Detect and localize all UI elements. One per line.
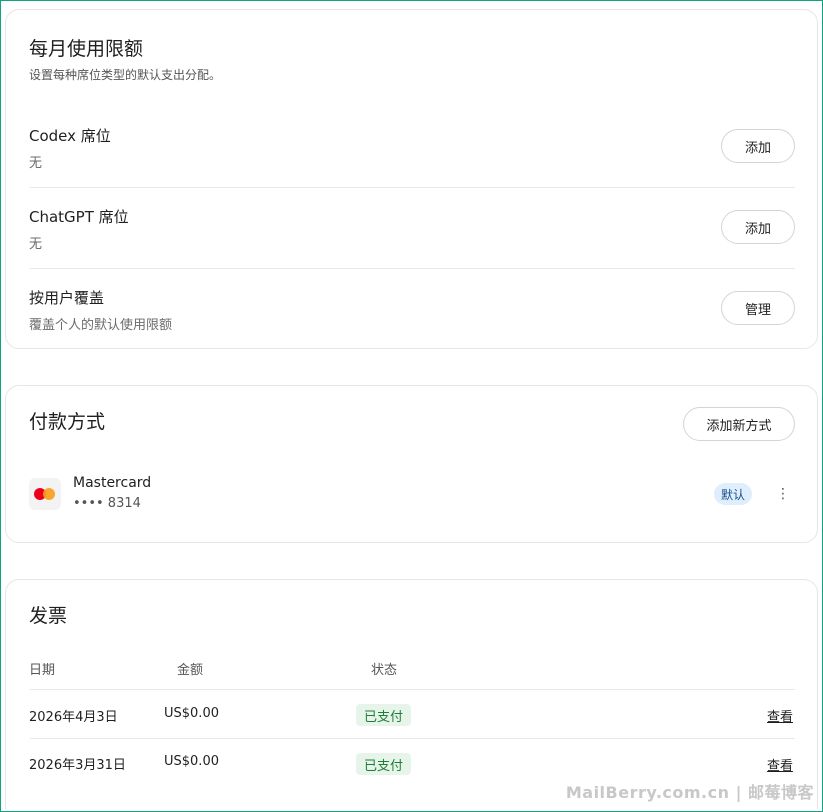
mastercard-icon bbox=[29, 478, 61, 510]
codex-seat-title: Codex 席位 bbox=[29, 127, 111, 145]
invoice-date: 2026年3月31日 bbox=[29, 758, 126, 773]
add-payment-method-button[interactable]: 添加新方式 bbox=[683, 407, 795, 441]
card-number: •••• 8314 bbox=[73, 496, 141, 511]
user-override-title: 按用户覆盖 bbox=[29, 289, 105, 307]
divider bbox=[30, 689, 795, 690]
divider bbox=[30, 738, 795, 739]
invoice-amount: US$0.00 bbox=[164, 754, 219, 769]
watermark: MailBerry.com.cn | 邮莓博客 bbox=[565, 783, 814, 802]
user-override-description: 覆盖个人的默认使用限额 bbox=[29, 318, 173, 333]
invoice-amount: US$0.00 bbox=[164, 706, 219, 721]
usage-limits-title: 每月使用限额 bbox=[29, 38, 144, 60]
divider bbox=[30, 187, 795, 188]
invoices-card: 发票 日期 金额 状态 2026年4月3日 US$0.00 已支付 查看 202… bbox=[5, 579, 818, 809]
view-invoice-link[interactable]: 查看 bbox=[767, 755, 793, 774]
default-badge: 默认 bbox=[714, 483, 753, 505]
status-badge: 已支付 bbox=[356, 704, 412, 726]
column-header-status: 状态 bbox=[371, 663, 398, 678]
manage-overrides-button[interactable]: 管理 bbox=[721, 291, 795, 325]
add-chatgpt-limit-button[interactable]: 添加 bbox=[721, 210, 795, 244]
invoice-date: 2026年4月3日 bbox=[29, 710, 118, 725]
card-brand: Mastercard bbox=[73, 475, 152, 491]
codex-seat-value: 无 bbox=[29, 156, 43, 171]
column-header-date: 日期 bbox=[29, 663, 56, 678]
more-options-icon[interactable]: ⋮ bbox=[775, 483, 791, 505]
divider bbox=[30, 268, 795, 269]
column-header-amount: 金额 bbox=[177, 663, 204, 678]
chatgpt-seat-value: 无 bbox=[29, 237, 43, 252]
status-badge: 已支付 bbox=[356, 753, 412, 775]
payment-method-title: 付款方式 bbox=[29, 411, 106, 433]
usage-limits-subtitle: 设置每种席位类型的默认支出分配。 bbox=[29, 68, 222, 82]
invoices-title: 发票 bbox=[29, 605, 68, 627]
payment-method-card: 付款方式 添加新方式 Mastercard •••• 8314 默认 ⋮ bbox=[5, 385, 818, 543]
view-invoice-link[interactable]: 查看 bbox=[767, 706, 793, 725]
add-codex-limit-button[interactable]: 添加 bbox=[721, 129, 795, 163]
chatgpt-seat-title: ChatGPT 席位 bbox=[29, 208, 129, 226]
usage-limits-card: 每月使用限额 设置每种席位类型的默认支出分配。 Codex 席位 无 添加 Ch… bbox=[5, 9, 818, 349]
